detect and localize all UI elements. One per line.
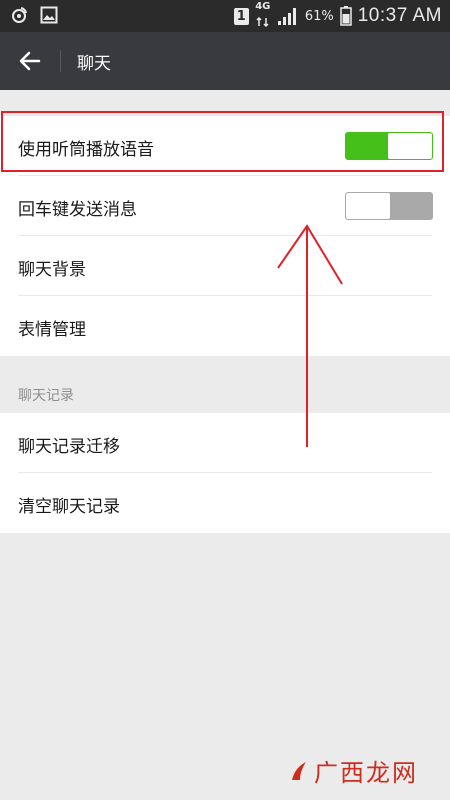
list-item-enter-to-send[interactable]: 回车键发送消息	[0, 176, 450, 236]
toggle-knob	[346, 193, 390, 219]
enter-to-send-toggle[interactable]	[345, 192, 433, 220]
status-bar: 1 4G 61% 10:37 AM	[0, 0, 450, 32]
weibo-icon	[12, 7, 27, 23]
data-arrows-icon	[256, 16, 269, 27]
network-indicator: 4G	[255, 1, 271, 31]
annotation-arrow-icon	[277, 224, 343, 447]
list-item-label: 聊天记录迁移	[18, 437, 120, 457]
list-item-label: 清空聊天记录	[18, 497, 120, 517]
highlight-annotation-box	[1, 111, 444, 172]
back-button[interactable]	[12, 45, 48, 77]
watermark: 广西龙网	[288, 753, 418, 788]
list-item-chat-background[interactable]: 聊天背景	[0, 236, 450, 296]
list-item-sticker-management[interactable]: 表情管理	[0, 296, 450, 356]
clock: 10:37 AM	[357, 5, 442, 26]
app-bar: 聊天	[0, 32, 450, 90]
back-arrow-icon	[19, 51, 41, 71]
watermark-logo-icon	[292, 761, 306, 780]
watermark-text: 广西龙网	[314, 759, 418, 787]
list-item-clear-chat-history[interactable]: 清空聊天记录	[0, 473, 450, 533]
section-header-chat-history: 聊天记录	[18, 388, 74, 404]
list-item-label: 回车键发送消息	[18, 200, 137, 220]
header-divider	[60, 50, 61, 72]
list-item-label: 表情管理	[18, 320, 86, 340]
sim-indicator: 1	[233, 7, 249, 25]
page-title: 聊天	[77, 54, 111, 74]
list-item-chat-history-migration[interactable]: 聊天记录迁移	[0, 413, 450, 473]
chat-history-group: 聊天记录迁移 清空聊天记录	[0, 413, 450, 533]
image-icon	[40, 6, 58, 24]
list-item-label: 聊天背景	[18, 260, 86, 280]
battery-percent: 61%	[304, 8, 334, 24]
signal-icon	[277, 8, 296, 25]
battery-icon	[339, 6, 352, 26]
